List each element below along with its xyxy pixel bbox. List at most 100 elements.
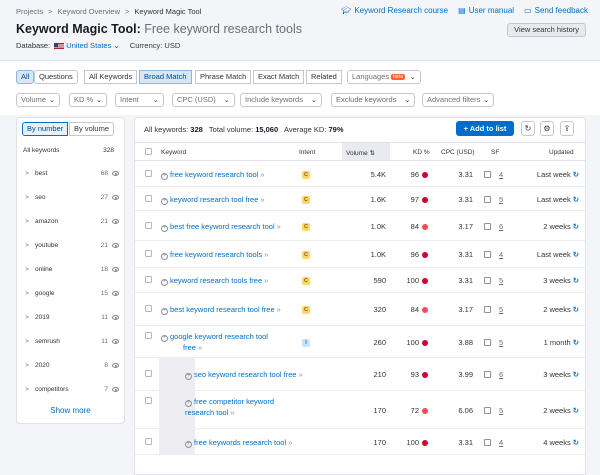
export-icon[interactable]: ⇪ bbox=[560, 121, 574, 136]
open-keyword-icon[interactable]: » bbox=[198, 343, 202, 352]
add-keyword-icon[interactable]: + bbox=[161, 279, 168, 286]
sidebar-group-2019[interactable]: >2019 11 bbox=[23, 314, 120, 326]
refresh-icon[interactable]: ↻ bbox=[573, 250, 579, 259]
refresh-icon[interactable]: ↻ bbox=[573, 170, 579, 179]
column-volume[interactable]: Volume ⇅ bbox=[342, 143, 390, 160]
breadcrumb-projects[interactable]: Projects bbox=[16, 7, 43, 16]
row-checkbox[interactable] bbox=[145, 438, 152, 445]
row-checkbox[interactable] bbox=[145, 276, 152, 283]
cpc-filter[interactable]: CPC (USD) ⌄ bbox=[172, 93, 235, 107]
user-manual-link[interactable]: ▤ User manual bbox=[458, 6, 514, 15]
serp-features-count[interactable]: 6 bbox=[499, 370, 503, 379]
gear-icon[interactable]: ⚙ bbox=[540, 121, 554, 136]
sidebar-group-google[interactable]: > google 15 bbox=[23, 290, 120, 302]
keyword-link[interactable]: + free keywords research tool» bbox=[185, 437, 305, 448]
add-keyword-icon[interactable]: + bbox=[161, 225, 168, 232]
open-keyword-icon[interactable]: » bbox=[277, 305, 281, 314]
keyword-link[interactable]: + best free keyword research tool» bbox=[161, 221, 286, 232]
sidebar-group-amazon[interactable]: > amazon 21 bbox=[23, 218, 120, 230]
open-keyword-icon[interactable]: » bbox=[299, 370, 303, 379]
keyword-link[interactable]: + google keyword research tool free» bbox=[161, 331, 286, 353]
volume-filter[interactable]: Volume ⌄ bbox=[16, 93, 60, 107]
eye-icon[interactable] bbox=[112, 267, 119, 272]
keyword-link[interactable]: + keyword research tool free» bbox=[161, 194, 286, 205]
row-checkbox[interactable] bbox=[145, 250, 152, 257]
tab-exact-match[interactable]: Exact Match bbox=[253, 70, 305, 84]
serp-features-count[interactable]: 5 bbox=[499, 305, 503, 314]
sidebar-group-competitors[interactable]: > competitors 7 bbox=[23, 386, 120, 398]
eye-icon[interactable] bbox=[112, 291, 119, 296]
serp-features-count[interactable]: 6 bbox=[499, 222, 503, 231]
exclude-keywords-filter[interactable]: Exclude keywords ⌄ bbox=[331, 93, 416, 107]
refresh-icon[interactable]: ↻ bbox=[521, 121, 535, 136]
keyword-link[interactable]: + free keyword research tool» bbox=[161, 169, 286, 180]
languages-dropdown[interactable]: Languages beta ⌄ bbox=[347, 70, 421, 84]
sidebar-group-2020[interactable]: >2020 8 bbox=[23, 362, 120, 374]
add-keyword-icon[interactable]: + bbox=[161, 308, 168, 315]
add-keyword-icon[interactable]: + bbox=[185, 373, 192, 380]
sidebar-group-online[interactable]: > online 18 bbox=[23, 266, 120, 278]
row-checkbox[interactable] bbox=[145, 397, 152, 404]
send-feedback-link[interactable]: ▭ Send feedback bbox=[524, 6, 588, 15]
keyword-link[interactable]: + best keyword research tool free» bbox=[161, 304, 286, 315]
keyword-link[interactable]: + keyword research tools free» bbox=[161, 275, 286, 286]
eye-icon[interactable] bbox=[112, 339, 119, 344]
sidebar-group-best[interactable]: > best 68 bbox=[23, 170, 120, 182]
tab-all-keywords[interactable]: All Keywords bbox=[84, 70, 138, 84]
row-checkbox[interactable] bbox=[145, 305, 152, 312]
eye-icon[interactable] bbox=[112, 195, 119, 200]
intent-filter[interactable]: Intent ⌄ bbox=[115, 93, 164, 107]
keyword-link[interactable]: + free competitor keyword research tool» bbox=[185, 396, 305, 418]
tab-broad-match[interactable]: Broad Match bbox=[139, 70, 192, 84]
tab-questions[interactable]: Questions bbox=[34, 70, 78, 84]
open-keyword-icon[interactable]: » bbox=[230, 408, 234, 417]
column-keyword[interactable]: Keyword bbox=[161, 149, 186, 156]
breadcrumb-keyword-overview[interactable]: Keyword Overview bbox=[57, 7, 120, 16]
open-keyword-icon[interactable]: » bbox=[277, 222, 281, 231]
add-keyword-icon[interactable]: + bbox=[161, 173, 168, 180]
refresh-icon[interactable]: ↻ bbox=[573, 438, 579, 447]
open-keyword-icon[interactable]: » bbox=[288, 438, 292, 447]
select-all-checkbox[interactable] bbox=[145, 148, 152, 155]
include-keywords-filter[interactable]: Include keywords ⌄ bbox=[240, 93, 322, 107]
refresh-icon[interactable]: ↻ bbox=[573, 276, 579, 285]
add-keyword-icon[interactable]: + bbox=[185, 441, 192, 448]
serp-features-count[interactable]: 5 bbox=[499, 195, 503, 204]
refresh-icon[interactable]: ↻ bbox=[573, 222, 579, 231]
eye-icon[interactable] bbox=[112, 171, 119, 176]
serp-features-count[interactable]: 4 bbox=[499, 250, 503, 259]
advanced-filters-dropdown[interactable]: Advanced filters ⌄ bbox=[422, 93, 495, 107]
add-to-list-button[interactable]: + Add to list bbox=[456, 121, 514, 136]
open-keyword-icon[interactable]: » bbox=[260, 170, 264, 179]
tab-all[interactable]: All bbox=[16, 70, 35, 84]
eye-icon[interactable] bbox=[112, 315, 119, 320]
open-keyword-icon[interactable]: » bbox=[264, 250, 268, 259]
eye-icon[interactable] bbox=[112, 363, 119, 368]
sidebar-group-youtube[interactable]: > youtube 21 bbox=[23, 242, 120, 254]
serp-features-count[interactable]: 5 bbox=[499, 276, 503, 285]
eye-icon[interactable] bbox=[112, 219, 119, 224]
database-selector[interactable]: United States ⌄ bbox=[52, 41, 120, 50]
keyword-link[interactable]: + seo keyword research tool free» bbox=[185, 369, 305, 380]
serp-features-count[interactable]: 4 bbox=[499, 438, 503, 447]
column-sf[interactable]: SF bbox=[491, 149, 499, 156]
add-keyword-icon[interactable]: + bbox=[185, 400, 192, 407]
column-kd[interactable]: KD % bbox=[413, 149, 430, 156]
eye-icon[interactable] bbox=[112, 243, 119, 248]
keyword-research-course-link[interactable]: 🎓︎ Keyword Research course bbox=[341, 6, 448, 15]
row-checkbox[interactable] bbox=[145, 222, 152, 229]
add-keyword-icon[interactable]: + bbox=[161, 198, 168, 205]
kd-filter[interactable]: KD % ⌄ bbox=[69, 93, 108, 107]
add-keyword-icon[interactable]: + bbox=[161, 335, 168, 342]
row-checkbox[interactable] bbox=[145, 370, 152, 377]
sort-by-volume-toggle[interactable]: By volume bbox=[69, 122, 115, 136]
open-keyword-icon[interactable]: » bbox=[264, 276, 268, 285]
view-search-history-button[interactable]: View search history bbox=[507, 23, 586, 37]
all-keywords-group[interactable]: All keywords 328 bbox=[23, 147, 118, 154]
sidebar-group-semrush[interactable]: > semrush 11 bbox=[23, 338, 120, 350]
refresh-icon[interactable]: ↻ bbox=[573, 305, 579, 314]
serp-features-count[interactable]: 5 bbox=[499, 338, 503, 347]
serp-features-count[interactable]: 4 bbox=[499, 170, 503, 179]
open-keyword-icon[interactable]: » bbox=[260, 195, 264, 204]
show-more-button[interactable]: Show more bbox=[17, 406, 124, 415]
